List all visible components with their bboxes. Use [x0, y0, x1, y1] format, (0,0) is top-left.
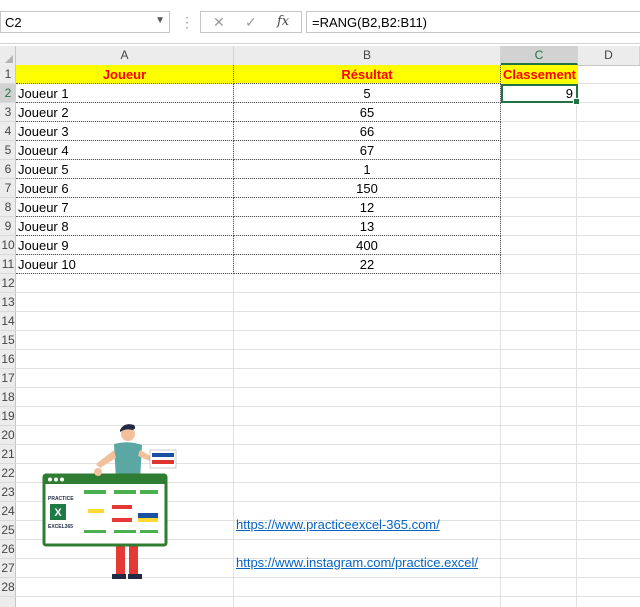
row-header[interactable]: 17 [0, 369, 16, 388]
header-cell-joueur[interactable]: Joueur [16, 65, 234, 84]
row-header[interactable]: 22 [0, 464, 16, 483]
active-cell-c2[interactable]: 9 [501, 84, 580, 105]
row-header[interactable]: 28 [0, 578, 16, 597]
table-cell-result[interactable]: 22 [234, 255, 501, 274]
table-cell-player[interactable]: Joueur 8 [16, 217, 234, 236]
row-header[interactable]: 10 [0, 236, 16, 255]
table-cell-player[interactable]: Joueur 4 [16, 141, 234, 160]
table-cell-player[interactable]: Joueur 6 [16, 179, 234, 198]
practice-excel-logo-illustration: PRACTICE X EXCEL365 [42, 424, 177, 579]
table-cell-player[interactable]: Joueur 1 [16, 84, 234, 103]
column-header-d[interactable]: D [578, 46, 640, 65]
formula-bar: C2 ▼ ⋮ ✕ ✓ fx =RANG(B2,B2:B11) [0, 0, 640, 44]
table-cell-player[interactable]: Joueur 7 [16, 198, 234, 217]
fill-handle[interactable] [573, 98, 580, 105]
row-header[interactable]: 13 [0, 293, 16, 312]
row-header[interactable]: 23 [0, 483, 16, 502]
svg-text:EXCEL365: EXCEL365 [48, 524, 73, 530]
row-header[interactable]: 5 [0, 141, 16, 160]
select-all-button[interactable] [0, 46, 16, 65]
row-header[interactable]: 19 [0, 407, 16, 426]
row-header[interactable]: 11 [0, 255, 16, 274]
svg-text:X: X [54, 507, 62, 519]
row-header[interactable]: 2 [0, 84, 16, 103]
formula-input[interactable]: =RANG(B2,B2:B11) [306, 11, 640, 33]
table-cell-result[interactable]: 400 [234, 236, 501, 255]
row-headers: 1 2 3 4 5 6 7 8 9 10 11 12 13 14 15 16 1… [0, 65, 16, 607]
row-header[interactable]: 7 [0, 179, 16, 198]
formula-bar-buttons: ✕ ✓ fx [200, 11, 302, 33]
table-cell-player[interactable]: Joueur 3 [16, 122, 234, 141]
column-header-c[interactable]: C [501, 46, 578, 65]
table-cell-result[interactable]: 12 [234, 198, 501, 217]
table-cell-player[interactable]: Joueur 10 [16, 255, 234, 274]
row-header[interactable]: 26 [0, 540, 16, 559]
formula-bar-resize-handle[interactable]: ⋮ [180, 14, 194, 30]
table-cell-player[interactable]: Joueur 5 [16, 160, 234, 179]
check-icon[interactable]: ✓ [245, 14, 257, 31]
row-header[interactable]: 6 [0, 160, 16, 179]
table-cell-result[interactable]: 13 [234, 217, 501, 236]
table-cell-player[interactable]: Joueur 2 [16, 103, 234, 122]
row-header[interactable]: 1 [0, 65, 16, 84]
name-box[interactable]: C2 ▼ [0, 11, 170, 33]
insert-function-icon[interactable]: fx [277, 14, 289, 29]
row-header[interactable]: 27 [0, 559, 16, 578]
row-header[interactable]: 4 [0, 122, 16, 141]
column-header-b[interactable]: B [234, 46, 501, 65]
close-icon[interactable]: ✕ [213, 14, 225, 31]
table-cell-result[interactable]: 1 [234, 160, 501, 179]
row-header[interactable]: 25 [0, 521, 16, 540]
row-header[interactable]: 18 [0, 388, 16, 407]
row-header[interactable]: 15 [0, 331, 16, 350]
chevron-down-icon[interactable]: ▼ [155, 15, 165, 26]
row-header[interactable]: 14 [0, 312, 16, 331]
formula-text[interactable]: =RANG(B2,B2:B11) [312, 15, 427, 30]
table-cell-result[interactable]: 66 [234, 122, 501, 141]
header-cell-resultat[interactable]: Résultat [234, 65, 501, 84]
svg-text:PRACTICE: PRACTICE [48, 496, 74, 502]
table-cell-result[interactable]: 65 [234, 103, 501, 122]
row-header[interactable]: 20 [0, 426, 16, 445]
row-header[interactable]: 9 [0, 217, 16, 236]
website-link[interactable]: https://www.practiceexcel-365.com/ [236, 517, 440, 532]
table-cell-result[interactable]: 67 [234, 141, 501, 160]
row-header[interactable]: 3 [0, 103, 16, 122]
row-header[interactable]: 12 [0, 274, 16, 293]
instagram-link[interactable]: https://www.instagram.com/practice.excel… [236, 555, 478, 570]
table-cell-result[interactable]: 5 [234, 84, 501, 103]
rank-value: 9 [565, 86, 573, 101]
column-headers: A B C D [0, 46, 640, 66]
column-header-a[interactable]: A [16, 46, 234, 65]
table-cell-result[interactable]: 150 [234, 179, 501, 198]
header-cell-classement[interactable]: Classement [501, 65, 578, 84]
row-header[interactable]: 8 [0, 198, 16, 217]
table-cell-player[interactable]: Joueur 9 [16, 236, 234, 255]
name-box-value[interactable]: C2 [5, 15, 22, 30]
row-header[interactable]: 21 [0, 445, 16, 464]
row-header[interactable]: 24 [0, 502, 16, 521]
row-header[interactable]: 16 [0, 350, 16, 369]
